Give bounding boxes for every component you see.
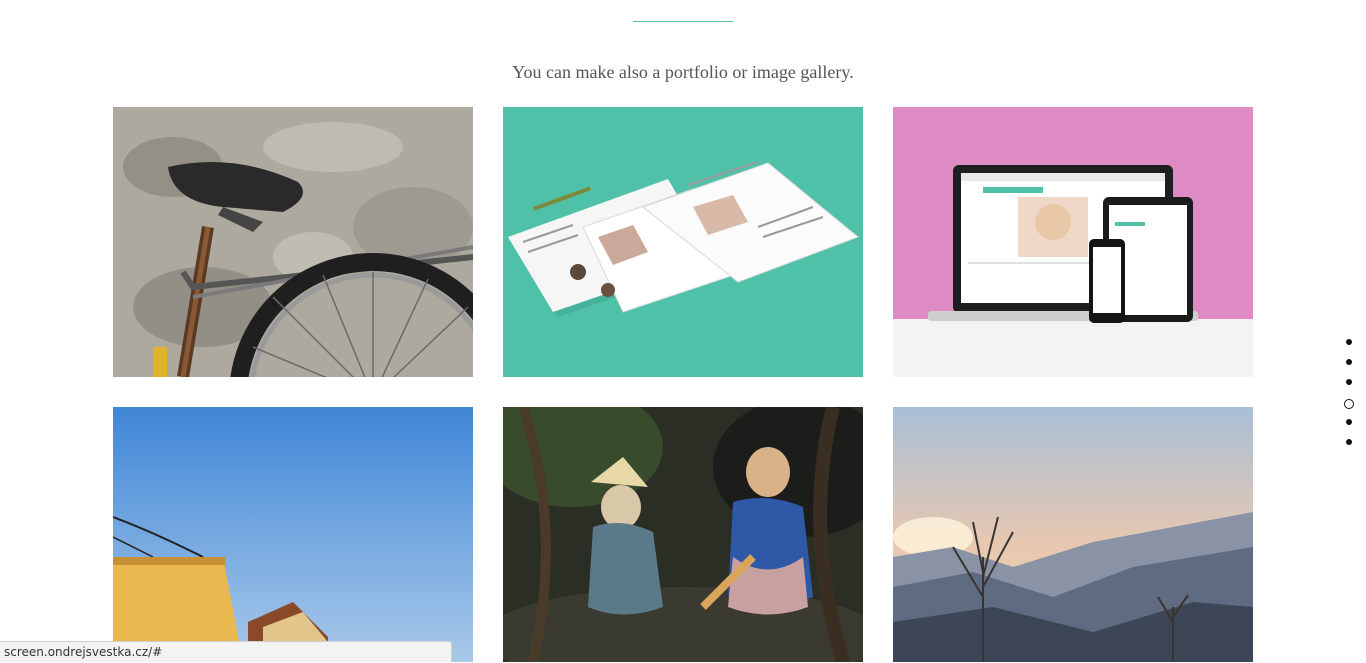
section-pager <box>1344 339 1356 459</box>
pager-dot-4-active[interactable] <box>1344 399 1354 409</box>
gallery-item-website-mockup[interactable] <box>503 107 863 377</box>
building-sky-image <box>113 407 473 662</box>
pager-dot-1[interactable] <box>1346 339 1352 345</box>
gallery-item-devices-mockup[interactable] <box>893 107 1253 377</box>
website-mockup-image <box>503 107 863 377</box>
devices-mockup-image <box>893 107 1253 377</box>
browser-status-bar: screen.ondrejsvestka.cz/# <box>0 641 452 662</box>
pager-dot-2[interactable] <box>1346 359 1352 365</box>
figurines-image <box>503 407 863 662</box>
pager-dot-3[interactable] <box>1346 379 1352 385</box>
pager-dot-6[interactable] <box>1346 439 1352 445</box>
mountains-image <box>893 407 1253 662</box>
gallery-item-building[interactable] <box>113 407 473 662</box>
bicycle-image <box>113 107 473 377</box>
gallery-item-bicycle[interactable] <box>113 107 473 377</box>
pager-dot-5[interactable] <box>1346 419 1352 425</box>
gallery-item-mountains[interactable] <box>893 407 1253 662</box>
section-divider <box>633 21 733 22</box>
section-subtitle: You can make also a portfolio or image g… <box>512 62 854 82</box>
gallery-item-figurines[interactable] <box>503 407 863 662</box>
